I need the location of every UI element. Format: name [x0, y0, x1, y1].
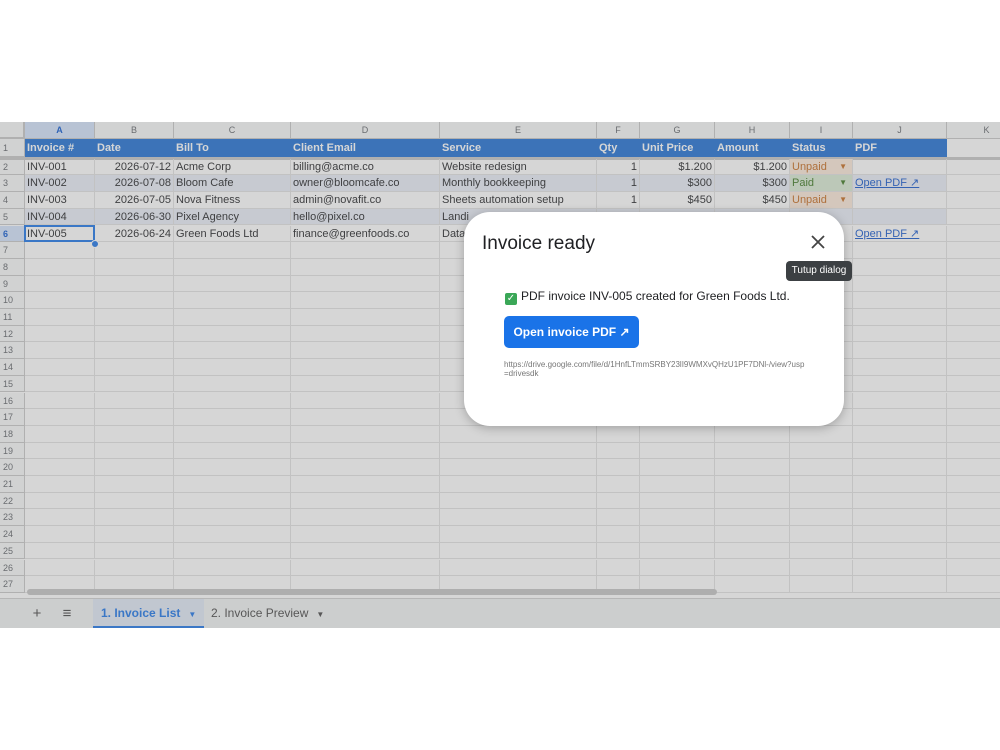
dialog-title: Invoice ready	[482, 233, 596, 254]
dialog-message-text: PDF invoice INV-005 created for Green Fo…	[521, 289, 790, 303]
close-tooltip: Tutup dialog	[786, 261, 852, 281]
open-invoice-pdf-button[interactable]: Open invoice PDF ↗	[504, 316, 639, 348]
close-icon[interactable]	[809, 233, 827, 251]
check-icon: ✓	[505, 293, 517, 305]
pdf-url-text: https://drive.google.com/file/d/1HnfLTmm…	[504, 360, 805, 378]
invoice-ready-dialog: Invoice ready ✓ PDF invoice INV-005 creat…	[464, 212, 844, 426]
dialog-message: ✓ PDF invoice INV-005 created for Green F…	[505, 289, 790, 305]
